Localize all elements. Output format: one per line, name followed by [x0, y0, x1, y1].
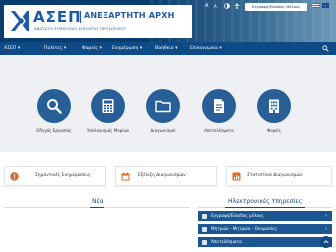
site-logo[interactable]: ΑΣΕΠ ΑΝΕΞΑΡΤΗΤΗ ΑΡΧΗ ΑΝΩΤΑΤΟ ΣΥΜΒΟΥΛΙΟ Ε… [4, 5, 192, 38]
quick-link-results[interactable] [202, 89, 236, 123]
chevron-right-icon: › [325, 213, 327, 219]
text-size-toggle[interactable]: A [205, 3, 208, 9]
chart-icon [232, 172, 241, 181]
card-competitions-progress[interactable]: Εξέλιξη Διαγωνισμών [115, 166, 217, 186]
card-important-updates[interactable]: Σημαντικές Ενημερώσεις [4, 166, 106, 186]
contrast-toggle[interactable]: A [214, 4, 217, 9]
contrast-icon[interactable] [224, 3, 230, 9]
quick-link-competitions[interactable] [146, 89, 180, 123]
scroll-to-top-button[interactable] [320, 236, 332, 248]
quick-link-points-calculator[interactable] [91, 89, 125, 123]
services-divider-accent [225, 207, 305, 208]
card-competition-statistics[interactable]: Στατιστικά Διαγωνισμών [226, 166, 332, 186]
document-icon [214, 99, 224, 113]
services-heading: Ηλεκτρονικές Υπηρεσίες [228, 198, 303, 205]
quick-link-job-guide[interactable] [37, 89, 71, 123]
logo-divider [80, 11, 81, 23]
quick-link-label-points-calculator: Υπολογισμός Μορίων [86, 128, 130, 133]
quick-link-label-results: Αποτελέσματα [204, 128, 234, 133]
logo-subtitle: ΑΝΩΤΑΤΟ ΣΥΜΒΟΥΛΙΟ ΕΠΙΛΟΓΗΣ ΠΡΟΣΩΠΙΚΟΥ [34, 27, 126, 31]
nav-item-help[interactable]: Βοήθεια ▾ [155, 42, 178, 55]
service-label-results: Αποτελέσματα [211, 239, 242, 244]
calendar-icon [121, 172, 130, 181]
nav-item-contact[interactable]: Επικοινωνία ▾ [190, 42, 222, 55]
logo-acronym: ΑΣΕΠ [33, 8, 82, 26]
service-item-results[interactable]: Αποτελέσματα › [198, 237, 332, 247]
chevron-up-icon [323, 240, 329, 244]
card-label-competitions-progress: Εξέλιξη Διαγωνισμών [138, 173, 186, 178]
service-item-member-login[interactable]: Εγγραφή/Είσοδος μέλους › [198, 211, 332, 221]
chevron-right-icon: › [325, 226, 327, 232]
nav-item-asep[interactable]: ΑΣΕΠ ▾ [4, 42, 20, 55]
search-icon[interactable] [322, 45, 329, 52]
calculator-icon [102, 99, 114, 113]
login-button[interactable]: Εγγραφή/Είσοδος Μέλους [245, 3, 307, 11]
accessibility-icon[interactable] [234, 3, 240, 9]
main-navigation: ΑΣΕΠ ▾ Πολίτες ▾ Φορείς ▾ Ενημέρωση ▾ Βο… [0, 42, 336, 55]
news-divider-accent [90, 207, 104, 208]
nav-item-news[interactable]: Ενημέρωση ▾ [112, 42, 142, 55]
quick-link-label-competitions: Διαγωνισμοί [150, 128, 176, 133]
results-icon [202, 239, 207, 245]
service-label-registry: Μητρώο - Μητρώα - Ονομασίες [211, 226, 277, 231]
alert-icon [10, 172, 19, 181]
asep-logo-icon [9, 9, 31, 33]
building-icon [269, 99, 279, 113]
service-item-registry[interactable]: Μητρώο - Μητρώα - Ονομασίες › [198, 224, 332, 234]
folder-icon [155, 100, 171, 113]
quick-link-organizations[interactable] [257, 89, 291, 123]
service-label-member-login: Εγγραφή/Είσοδος μέλους [211, 213, 264, 218]
quick-link-label-organizations: Φορείς [267, 128, 281, 133]
nav-item-citizens[interactable]: Πολίτες ▾ [44, 42, 66, 55]
greek-flag-icon[interactable] [312, 3, 319, 8]
search-icon [47, 99, 62, 114]
card-label-important-updates: Σημαντικές Ενημερώσεις [35, 173, 91, 178]
quick-link-label-job-guide: Οδηγός Εργασίας [36, 128, 72, 133]
news-heading: Νέα [92, 198, 104, 205]
registry-icon [202, 226, 207, 232]
site-header: ΑΣΕΠ ΑΝΕΞΑΡΤΗΤΗ ΑΡΧΗ ΑΝΩΤΑΤΟ ΣΥΜΒΟΥΛΙΟ Ε… [0, 0, 336, 42]
user-icon [202, 213, 207, 219]
logo-name: ΑΝΕΞΑΡΤΗΤΗ ΑΡΧΗ [84, 11, 175, 20]
nav-item-organizations[interactable]: Φορείς ▾ [82, 42, 102, 55]
uk-flag-icon[interactable] [322, 3, 329, 8]
card-label-competition-statistics: Στατιστικά Διαγωνισμών [247, 173, 303, 178]
